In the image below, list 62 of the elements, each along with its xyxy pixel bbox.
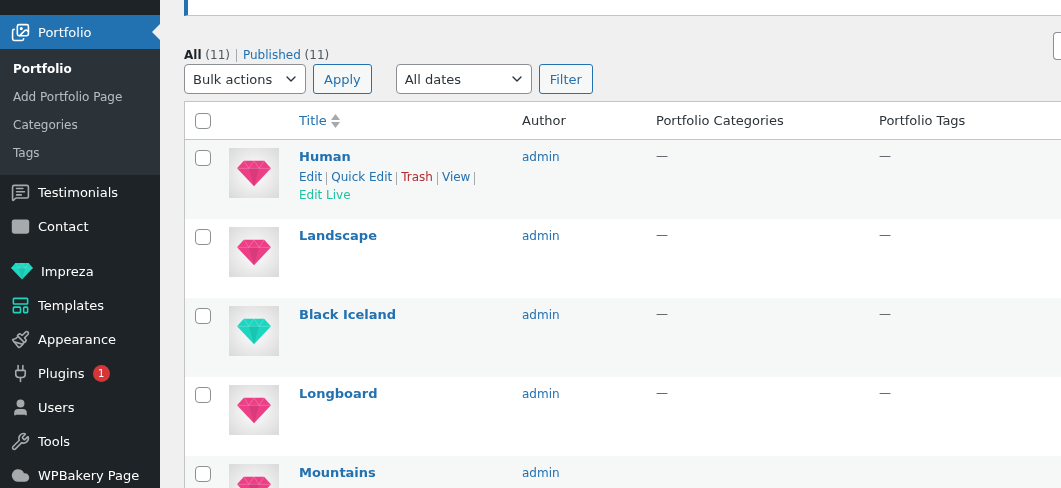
table-cell-text: — bbox=[656, 228, 669, 242]
paintbrush-icon bbox=[11, 329, 30, 349]
column-header: Portfolio Tags bbox=[879, 113, 967, 128]
sidebar-item[interactable]: Testimonials bbox=[0, 175, 160, 209]
view-filter-link[interactable]: All (11) bbox=[184, 48, 236, 62]
sidebar-item[interactable]: WPBakery Page bbox=[0, 458, 160, 488]
row-checkbox[interactable] bbox=[195, 387, 211, 403]
table-cell-text: — bbox=[879, 228, 892, 242]
row-checkbox[interactable] bbox=[195, 308, 211, 324]
sort-icon bbox=[330, 113, 340, 128]
row-action-link[interactable]: Trash bbox=[401, 170, 433, 185]
author-link[interactable]: admin bbox=[522, 229, 656, 243]
title-column-header[interactable]: Title bbox=[299, 113, 522, 128]
column-header: Portfolio Categories bbox=[656, 113, 785, 128]
sidebar-item[interactable]: Plugins 1 bbox=[0, 356, 160, 390]
sidebar-item[interactable]: Portfolio bbox=[0, 15, 160, 49]
row-action-link[interactable]: Quick Edit bbox=[331, 170, 393, 185]
row-action-link[interactable]: Edit bbox=[299, 170, 323, 185]
table-cell-text: — bbox=[879, 149, 892, 163]
post-title-link[interactable]: Mountains bbox=[299, 465, 522, 480]
column-header: Author bbox=[522, 113, 567, 128]
author-link[interactable]: admin bbox=[522, 466, 656, 480]
table-cell-text: — bbox=[879, 386, 892, 400]
sidebar-item[interactable]: Appearance bbox=[0, 322, 160, 356]
table-cell-text: — bbox=[656, 386, 669, 400]
table-cell-text: — bbox=[656, 307, 669, 321]
search-field[interactable] bbox=[1053, 32, 1061, 60]
speech-bubble-icon bbox=[11, 182, 30, 202]
apply-button[interactable]: Apply bbox=[313, 64, 372, 94]
row-checkbox[interactable] bbox=[195, 466, 211, 482]
post-title-link[interactable]: Landscape bbox=[299, 228, 522, 243]
submenu-item[interactable]: Portfolio bbox=[0, 55, 160, 83]
sidebar-item[interactable]: Impreza bbox=[0, 254, 160, 288]
layout-icon bbox=[11, 295, 30, 315]
sidebar-item[interactable]: Templates bbox=[0, 288, 160, 322]
author-link[interactable]: admin bbox=[522, 308, 656, 322]
table-cell-text: — bbox=[656, 149, 669, 163]
view-filter-link[interactable]: Published (11) bbox=[243, 48, 336, 62]
gem-icon bbox=[11, 262, 33, 280]
count-badge: 1 bbox=[92, 364, 110, 382]
filter-button[interactable]: Filter bbox=[538, 64, 593, 94]
table-cell-text: — bbox=[879, 307, 892, 321]
submenu-item[interactable]: Add Portfolio Page bbox=[0, 83, 160, 111]
wrench-icon bbox=[11, 431, 30, 451]
user-icon bbox=[11, 397, 30, 417]
row-action-link[interactable]: View bbox=[441, 170, 471, 185]
row-checkbox[interactable] bbox=[195, 229, 211, 245]
sidebar-item[interactable]: Users bbox=[0, 390, 160, 424]
post-title-link[interactable]: Human bbox=[299, 149, 522, 164]
sidebar-item[interactable]: Tools bbox=[0, 424, 160, 458]
author-link[interactable]: admin bbox=[522, 387, 656, 401]
row-checkbox[interactable] bbox=[195, 150, 211, 166]
post-title-link[interactable]: Longboard bbox=[299, 386, 522, 401]
submenu-item[interactable]: Tags bbox=[0, 139, 160, 167]
sidebar-item[interactable]: Contact bbox=[0, 209, 160, 243]
post-title-link[interactable]: Black Iceland bbox=[299, 307, 522, 322]
bulk-actions-dropdown[interactable]: Bulk actions bbox=[184, 64, 306, 94]
author-link[interactable]: admin bbox=[522, 150, 656, 164]
images-icon bbox=[11, 22, 30, 42]
select-all-checkbox[interactable] bbox=[195, 112, 211, 129]
submenu-item[interactable]: Categories bbox=[0, 111, 160, 139]
date-filter-dropdown[interactable]: All dates bbox=[395, 64, 532, 94]
